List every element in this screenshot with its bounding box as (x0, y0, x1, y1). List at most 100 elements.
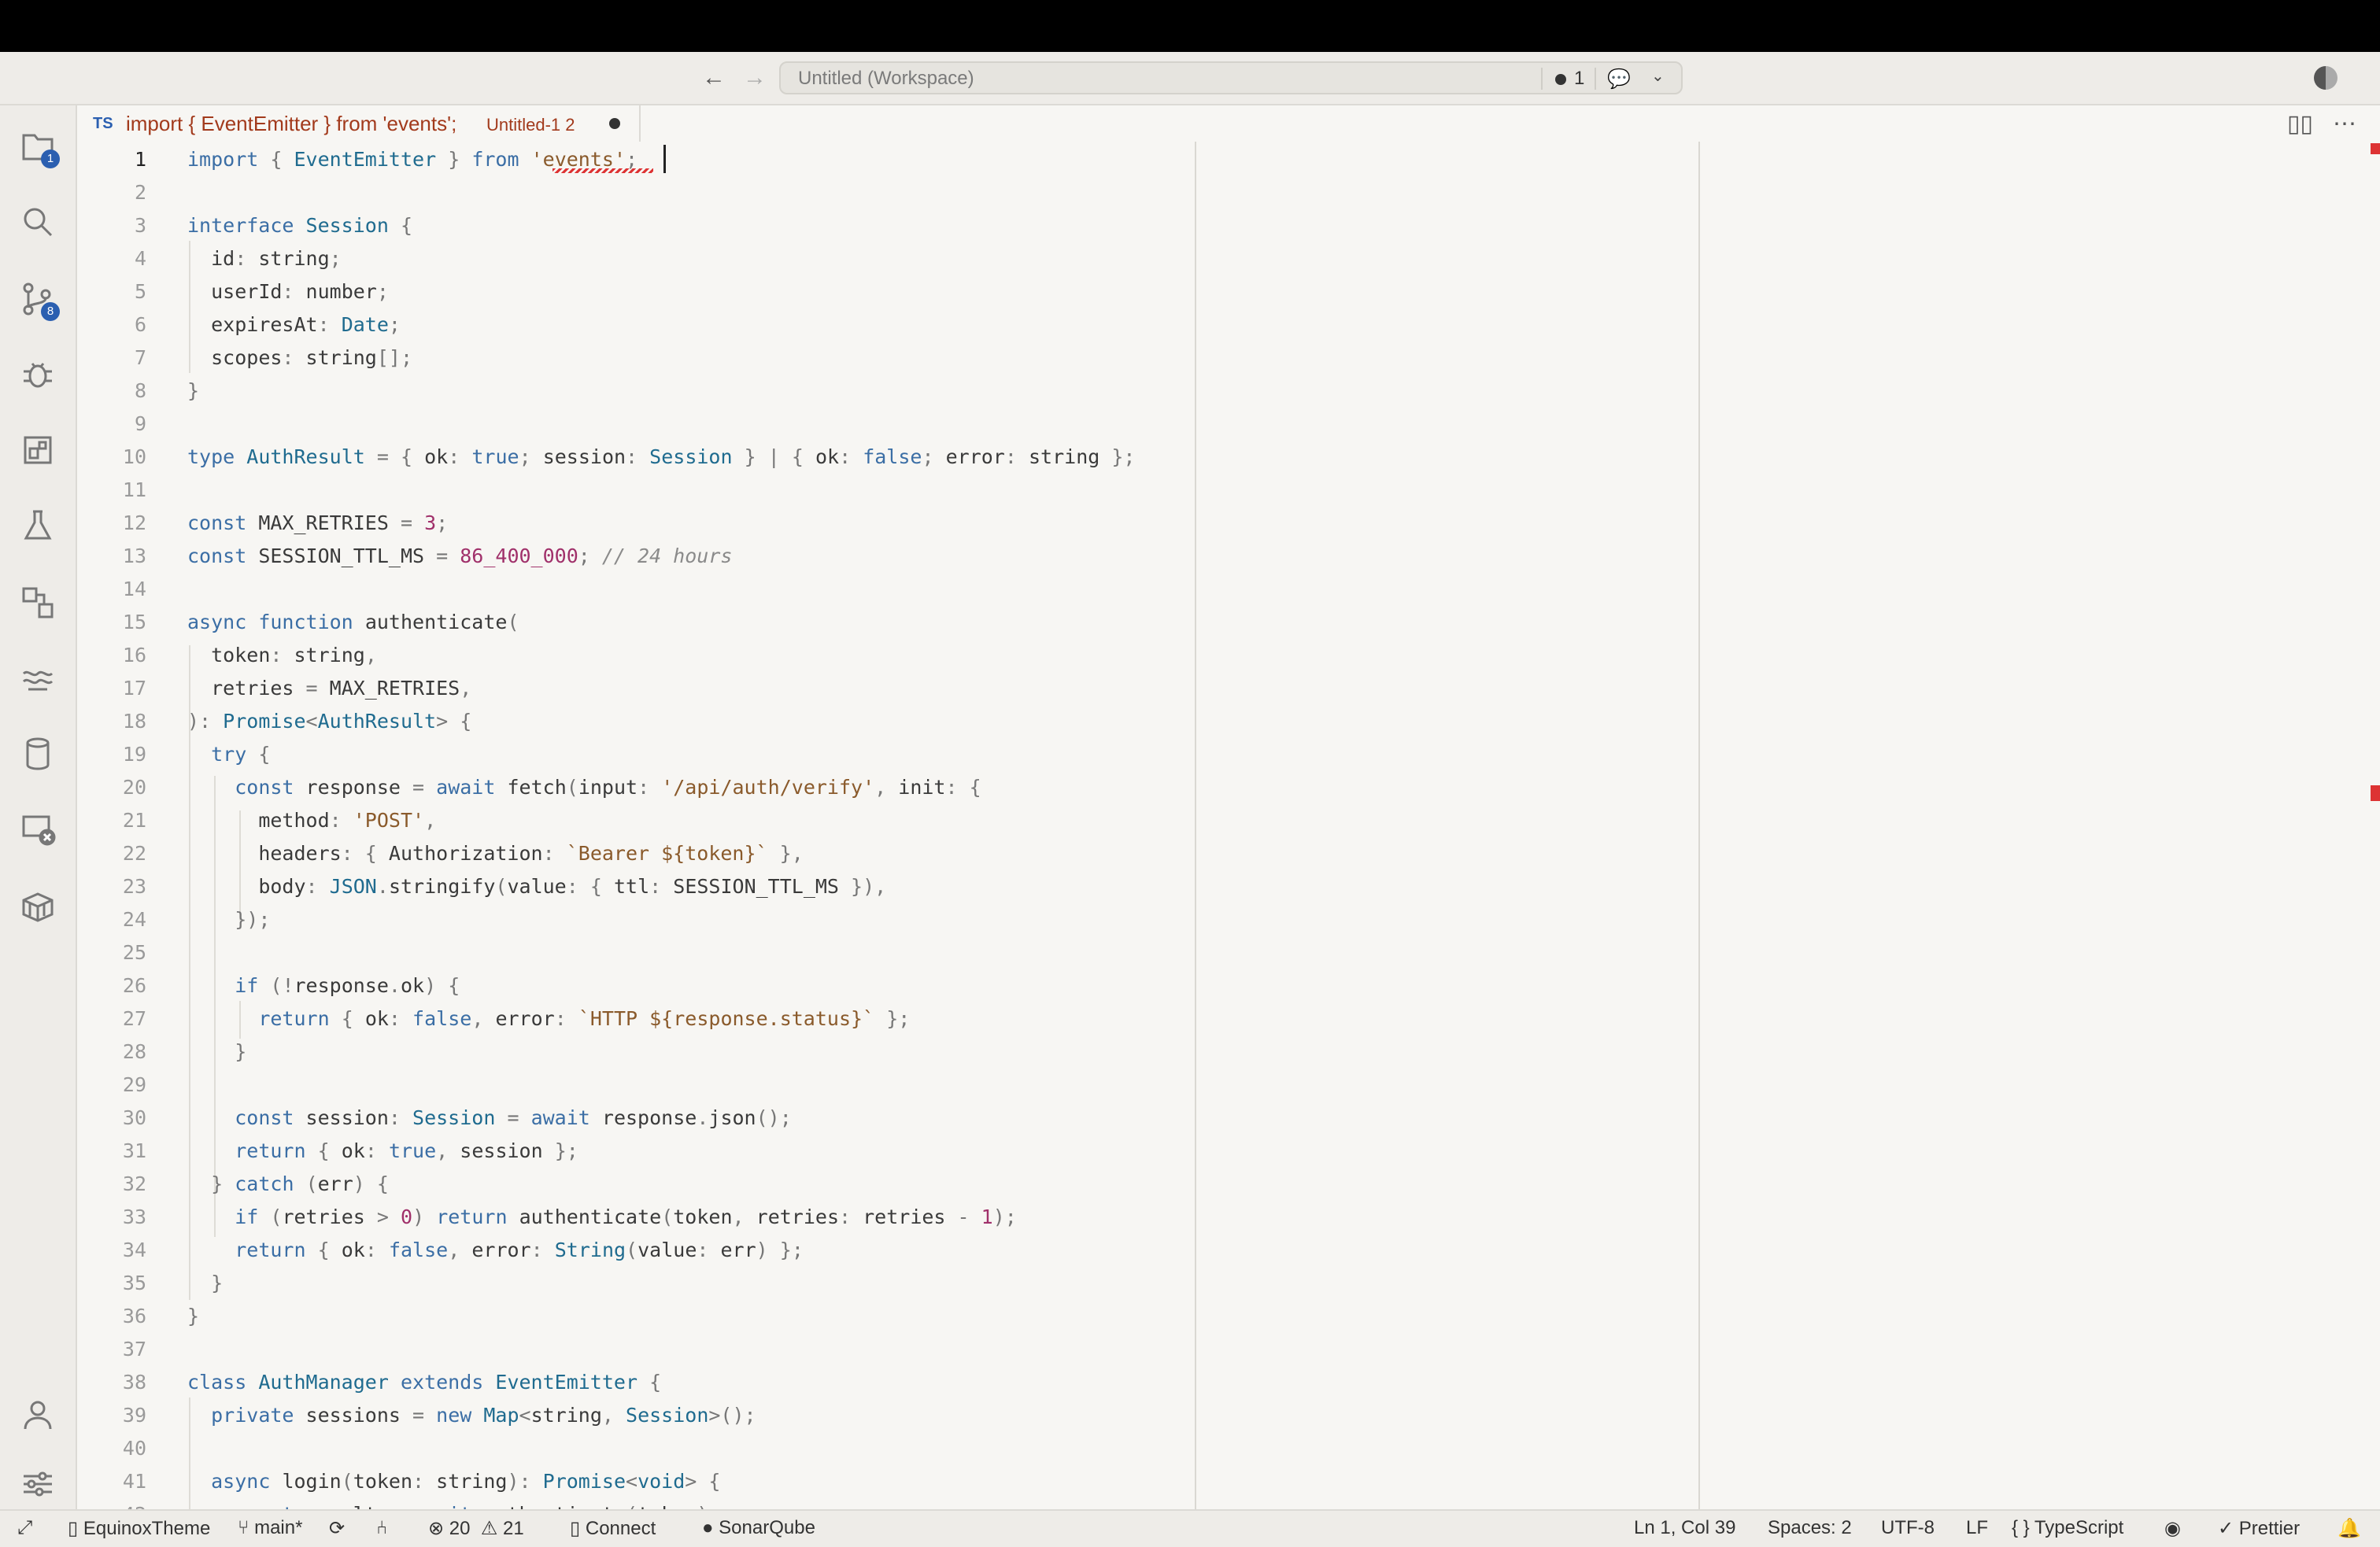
connect-button[interactable]: ▯ Connect (570, 1517, 656, 1540)
copilot-icon[interactable] (2314, 66, 2338, 90)
code-line[interactable]: const MAX_RETRIES = 3; (187, 507, 448, 540)
code-line[interactable]: async login(token: string): Promise<void… (187, 1465, 720, 1498)
back-arrow-icon[interactable]: ← (702, 63, 726, 93)
code-line[interactable]: } (187, 1300, 199, 1333)
error-marker (2371, 143, 2380, 154)
error-marker (2371, 785, 2380, 801)
code-line[interactable]: const SESSION_TTL_MS = 86_400_000; // 24… (187, 540, 732, 573)
line-number: 19 (122, 743, 146, 766)
problem-dot-icon (1555, 74, 1566, 85)
problems-count[interactable]: 1 (1574, 68, 1584, 90)
code-line[interactable]: private sessions = new Map<string, Sessi… (187, 1399, 756, 1432)
language-mode[interactable]: { } TypeScript (2012, 1517, 2123, 1539)
code-editor[interactable]: import { EventEmitter } from 'events'; in… (187, 142, 1195, 1526)
code-line[interactable]: } catch (err) { (187, 1168, 389, 1201)
code-line[interactable]: return { ok: true, session }; (187, 1135, 578, 1168)
line-number: 16 (122, 644, 146, 666)
code-line[interactable]: id: string; (187, 242, 342, 275)
editor-ruler (1698, 142, 1700, 1509)
menu-bar (0, 0, 2380, 52)
remote-close-icon[interactable] (19, 810, 57, 848)
copilot-status-icon[interactable]: ◉ (2164, 1517, 2181, 1540)
code-line[interactable]: body: JSON.stringify(value: { ttl: SESSI… (187, 870, 886, 903)
database-icon[interactable] (19, 735, 57, 773)
code-line[interactable]: if (!response.ok) { (187, 969, 460, 1002)
command-center[interactable]: Untitled (Workspace) 1 💬 ⌄ (779, 61, 1683, 94)
prettier-label: Prettier (2238, 1518, 2301, 1539)
code-line[interactable]: try { (187, 738, 270, 771)
code-line[interactable]: scopes: string[]; (187, 342, 412, 375)
theme-name: EquinoxTheme (83, 1518, 211, 1539)
settings-icon[interactable] (19, 1465, 57, 1503)
line-number: 20 (122, 776, 146, 799)
code-line[interactable]: headers: { Authorization: `Bearer ${toke… (187, 837, 803, 870)
code-line[interactable]: } (187, 1036, 246, 1069)
code-line[interactable]: const session: Session = await response.… (187, 1102, 792, 1135)
code-line[interactable]: return { ok: false, error: `HTTP ${respo… (187, 1002, 910, 1036)
prettier-indicator[interactable]: ✓ Prettier (2218, 1517, 2300, 1540)
end-of-line[interactable]: LF (1966, 1517, 1988, 1539)
line-number: 11 (122, 478, 146, 501)
line-number: 12 (122, 511, 146, 534)
indentation[interactable]: Spaces: 2 (1768, 1517, 1852, 1539)
unsaved-dot-icon[interactable] (609, 118, 620, 129)
line-number: 25 (122, 941, 146, 964)
encoding[interactable]: UTF-8 (1881, 1517, 1935, 1539)
line-number: 28 (122, 1040, 146, 1063)
explorer-badge: 1 (41, 150, 60, 168)
line-number: 40 (122, 1437, 146, 1460)
code-line[interactable]: class AuthManager extends EventEmitter { (187, 1366, 661, 1399)
code-line[interactable]: async function authenticate( (187, 606, 519, 639)
line-number: 5 (134, 280, 146, 303)
line-number: 9 (134, 412, 146, 435)
line-number: 27 (122, 1007, 146, 1030)
line-number: 2 (134, 181, 146, 204)
code-line[interactable]: interface Session { (187, 209, 412, 242)
code-line[interactable]: expiresAt: Date; (187, 308, 401, 342)
code-line[interactable]: } (187, 1267, 223, 1300)
chat-icon[interactable]: 💬 (1607, 68, 1631, 90)
extensions-icon[interactable] (19, 431, 57, 469)
forward-arrow-icon[interactable]: → (743, 63, 767, 93)
remote-explorer-icon[interactable] (19, 584, 57, 622)
code-line[interactable]: method: 'POST', (187, 804, 436, 837)
line-number: 8 (134, 379, 146, 402)
testing-icon[interactable] (19, 507, 57, 545)
remote-indicator-icon[interactable]: ⤢ (17, 1517, 32, 1539)
cursor-position[interactable]: Ln 1, Col 39 (1634, 1517, 1735, 1539)
theme-indicator[interactable]: ▯ EquinoxTheme (68, 1517, 210, 1540)
sync-icon[interactable]: ⟳ (329, 1517, 345, 1540)
line-number: 6 (134, 313, 146, 336)
code-line[interactable]: userId: number; (187, 275, 389, 308)
line-number: 22 (122, 842, 146, 865)
code-line[interactable]: }); (187, 903, 270, 936)
line-number: 15 (122, 611, 146, 633)
search-icon[interactable] (19, 203, 57, 241)
more-actions-icon[interactable]: ⋯ (2333, 110, 2356, 138)
chevron-down-icon[interactable]: ⌄ (1651, 66, 1665, 86)
code-line[interactable]: ): Promise<AuthResult> { (187, 705, 471, 738)
editor-tab[interactable]: TS import { EventEmitter } from 'events'… (77, 105, 641, 142)
code-line[interactable]: retries = MAX_RETRIES, (187, 672, 471, 705)
problems-indicator[interactable]: ⊗ 20 ⚠ 21 (428, 1517, 524, 1540)
branch-indicator[interactable]: ⑂ main* (238, 1517, 302, 1539)
debug-icon[interactable] (19, 356, 57, 393)
code-line[interactable]: const response = await fetch(input: '/ap… (187, 771, 981, 804)
typescript-icon: TS (93, 115, 113, 132)
code-line[interactable]: return { ok: false, error: String(value:… (187, 1234, 804, 1267)
code-line[interactable]: token: string, (187, 639, 377, 672)
git-graph-icon[interactable]: ⑃ (376, 1517, 387, 1539)
account-icon[interactable] (19, 1396, 57, 1434)
code-line[interactable]: } (187, 375, 199, 408)
live-share-icon[interactable] (19, 659, 57, 697)
notifications-icon[interactable]: 🔔 (2338, 1517, 2361, 1540)
sonarqube-indicator[interactable]: ● SonarQube (702, 1517, 815, 1539)
code-line[interactable]: if (retries > 0) return authenticate(tok… (187, 1201, 1017, 1234)
split-editor-icon[interactable]: ▯▯ (2287, 110, 2313, 138)
code-line[interactable]: type AuthResult = { ok: true; session: S… (187, 441, 1135, 474)
line-number: 14 (122, 578, 146, 600)
line-number: 39 (122, 1404, 146, 1427)
line-number: 17 (122, 677, 146, 700)
package-icon[interactable] (19, 888, 57, 925)
tab-title: import { EventEmitter } from 'events'; (126, 112, 457, 135)
